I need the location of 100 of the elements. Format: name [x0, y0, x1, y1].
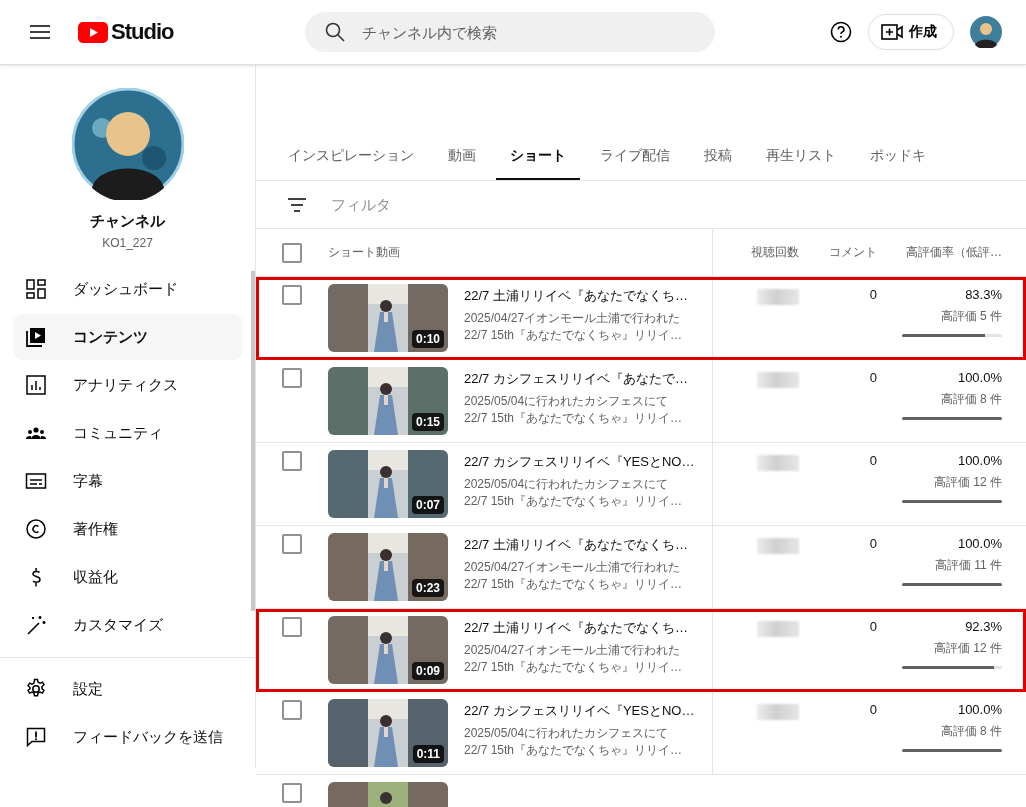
logo-text[interactable]: Studio	[111, 19, 174, 45]
like-rate: 100.0%	[957, 702, 1002, 717]
like-rate: 100.0%	[957, 370, 1002, 385]
like-rate: 100.0%	[957, 453, 1002, 468]
content-icon	[25, 326, 47, 348]
nav-item[interactable]: アナリティクス	[13, 362, 243, 408]
row-checkbox[interactable]	[282, 451, 302, 471]
channel-avatar[interactable]	[71, 88, 184, 200]
video-title[interactable]: 22/7 土浦リリイベ『あなたでなくち…	[464, 619, 712, 637]
duration-badge: 0:07	[411, 496, 444, 514]
duration-badge: 0:23	[411, 579, 444, 597]
nav-item[interactable]: 字幕	[13, 458, 243, 504]
row-checkbox[interactable]	[282, 700, 302, 720]
nav-item[interactable]: ダッシュボード	[13, 266, 243, 312]
like-count: 高評価 11 件	[934, 557, 1002, 574]
analytics-icon	[25, 374, 47, 396]
tab[interactable]: 投稿	[690, 135, 746, 180]
column-header[interactable]: 視聴回数	[713, 244, 799, 261]
tab[interactable]: ショート	[496, 135, 580, 180]
video-title[interactable]: 22/7 土浦リリイベ『あなたでなくち…	[464, 536, 712, 554]
tab[interactable]: ライブ配信	[586, 135, 684, 180]
highlighted-row[interactable]: 0:09 22/7 土浦リリイベ『あなたでなくち… 2025/04/27イオンモール土浦で行われた 22/7 15th『あなたでなくちゃ』リリイ… 0 92.3% 高評価 12 件	[256, 609, 1026, 692]
nav-item[interactable]: 収益化	[13, 554, 243, 600]
dashboard-icon	[25, 278, 47, 300]
like-rate: 100.0%	[957, 536, 1002, 551]
tab[interactable]: 再生リスト	[752, 135, 850, 180]
help-icon[interactable]	[830, 21, 852, 43]
highlighted-row[interactable]: 0:10 22/7 土浦リリイベ『あなたでなくち… 2025/04/27イオンモール土浦で行われた 22/7 15th『あなたでなくちゃ』リリイ… 0 83.3% 高評価 5 件	[256, 277, 1026, 360]
table-row[interactable]: 0:11 22/7 カシフェスリリイベ『YESとNO… 2025/05/04に行われたカシフェスにて 22/7 15th『あなたでなくちゃ』リリイ… 0 100.0% 高評価 8 件	[256, 692, 1026, 775]
nav-item[interactable]: 設定	[13, 666, 243, 712]
thumbnail[interactable]: 0:15	[328, 367, 448, 435]
row-checkbox[interactable]	[282, 617, 302, 637]
duration-badge: 0:15	[411, 413, 444, 431]
table-row[interactable]: 0:23 22/7 土浦リリイベ『あなたでなくち… 2025/04/27イオンモール土浦で行われた 22/7 15th『あなたでなくちゃ』リリイ… 0 100.0% 高評価 11 件	[256, 526, 1026, 609]
video-description: 2025/05/04に行われたカシフェスにて	[464, 393, 670, 410]
blurred-views	[757, 538, 799, 554]
video-description: 22/7 15th『あなたでなくちゃ』リリイ…	[464, 327, 684, 344]
comment-count: 0	[868, 286, 877, 304]
column-header[interactable]: ショート動画	[328, 229, 713, 276]
video-description: 2025/05/04に行われたカシフェスにて	[464, 476, 670, 493]
duration-badge: 0:09	[411, 662, 444, 680]
video-description: 22/7 15th『あなたでなくちゃ』リリイ…	[464, 493, 684, 510]
video-title[interactable]: 22/7 カシフェスリリイベ『YESとNO…	[464, 702, 712, 720]
table-row[interactable]: 0:15 22/7 カシフェスリリイベ『あなたで… 2025/05/04に行われたカシフェスにて 22/7 15th『あなたでなくちゃ』リリイ… 0 100.0% 高評価 8 件	[256, 360, 1026, 443]
comment-count: 0	[868, 452, 877, 470]
avatar[interactable]	[970, 16, 1002, 48]
video-description: 2025/04/27イオンモール土浦で行われた	[464, 559, 682, 576]
select-all-checkbox[interactable]	[282, 242, 302, 263]
feedback-icon	[25, 726, 47, 748]
tab[interactable]: ポッドキ	[856, 135, 940, 180]
play-logo-icon[interactable]	[78, 21, 108, 43]
row-checkbox[interactable]	[282, 534, 302, 554]
thumbnail[interactable]: 0:23	[328, 533, 448, 601]
like-count: 高評価 12 件	[934, 640, 1002, 657]
row-checkbox[interactable]	[282, 285, 302, 305]
tab[interactable]: インスピレーション	[274, 135, 428, 180]
thumbnail[interactable]: 0:11	[328, 699, 448, 767]
thumbnail[interactable]: 0:09	[328, 616, 448, 684]
channel-handle: KO1_227	[102, 236, 153, 250]
thumbnail[interactable]: 0:07	[328, 450, 448, 518]
blurred-views	[757, 455, 799, 471]
comment-count: 0	[868, 618, 877, 636]
column-header[interactable]: コメント	[799, 244, 877, 261]
like-count: 高評価 8 件	[940, 723, 1002, 740]
nav-item[interactable]: カスタマイズ	[13, 602, 243, 648]
table-row[interactable]: 0:07 22/7 カシフェスリリイベ『YESとNO… 2025/05/04に行われたカシフェスにて 22/7 15th『あなたでなくちゃ』リリイ… 0 100.0% 高評価 12 件	[256, 443, 1026, 526]
tab[interactable]: 動画	[434, 135, 490, 180]
search-field[interactable]: チャンネル内で検索	[305, 12, 716, 52]
video-description: 2025/04/27イオンモール土浦で行われた	[464, 310, 682, 327]
video-title[interactable]: 22/7 カシフェスリリイベ『あなたで…	[464, 370, 712, 388]
create-button[interactable]: 作成	[868, 14, 954, 50]
video-plus-icon	[881, 24, 903, 40]
video-description: 22/7 15th『あなたでなくちゃ』リリイ…	[464, 576, 684, 593]
video-description: 22/7 15th『あなたでなくちゃ』リリイ…	[464, 410, 684, 427]
blurred-views	[757, 621, 799, 637]
video-description: 2025/05/04に行われたカシフェスにて	[464, 725, 670, 742]
like-rate: 92.3%	[965, 619, 1002, 634]
duration-badge: 0:10	[411, 330, 444, 348]
row-checkbox[interactable]	[282, 783, 302, 803]
row-checkbox[interactable]	[282, 368, 302, 388]
blurred-views	[757, 704, 799, 720]
nav-item[interactable]: フィードバックを送信	[13, 714, 243, 760]
menu-icon[interactable]	[30, 25, 50, 39]
customize-icon	[25, 614, 47, 636]
video-title[interactable]: 22/7 土浦リリイベ『あなたでなくち…	[464, 287, 712, 305]
like-count: 高評価 8 件	[940, 391, 1002, 408]
thumbnail[interactable]: 0:10	[328, 284, 448, 352]
channel-name: チャンネル	[90, 212, 165, 231]
video-description: 22/7 15th『あなたでなくちゃ』リリイ…	[464, 659, 684, 676]
nav-item[interactable]: 著作権	[13, 506, 243, 552]
nav-item[interactable]: コンテンツ	[13, 314, 243, 360]
video-title[interactable]: 22/7 カシフェスリリイベ『YESとNO…	[464, 453, 712, 471]
comment-count: 0	[868, 535, 877, 553]
like-count: 高評価 5 件	[940, 308, 1002, 325]
video-description: 2025/04/27イオンモール土浦で行われた	[464, 642, 682, 659]
nav-item[interactable]: コミュニティ	[13, 410, 243, 456]
blurred-views	[757, 289, 799, 305]
column-header[interactable]: 高評価率（低評…	[877, 244, 1002, 261]
filter-icon[interactable]	[287, 196, 307, 213]
comment-count: 0	[868, 701, 877, 719]
